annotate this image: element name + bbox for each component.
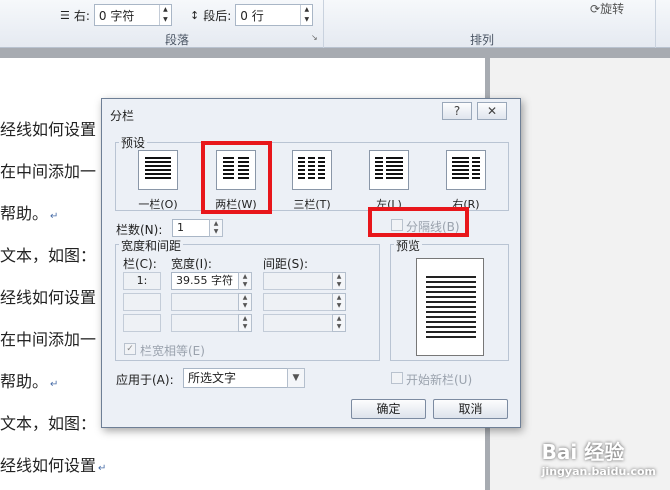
width-spacing-label: 宽度和间距 bbox=[119, 237, 184, 254]
presets-label: 预设 bbox=[119, 134, 148, 151]
num-columns-input[interactable]: 1 bbox=[172, 219, 210, 237]
paragraph-dialog-launcher-icon[interactable]: ↘ bbox=[311, 33, 318, 42]
space-after-input[interactable]: 0 行 ▲ ▼ bbox=[235, 4, 314, 26]
cancel-button[interactable]: 取消 bbox=[433, 399, 508, 419]
preview-label: 预览 bbox=[394, 237, 423, 254]
column-number-3 bbox=[123, 314, 161, 332]
column-width-input-2[interactable] bbox=[171, 293, 239, 311]
doc-line: 文本，如图： bbox=[0, 246, 97, 265]
space-after-value: 0 行 bbox=[240, 8, 264, 23]
paragraph-mark-icon: ↵ bbox=[98, 463, 107, 474]
highlight-two-columns bbox=[201, 141, 272, 214]
space-after-icon: ↕ bbox=[190, 8, 200, 22]
paragraph-mark-icon: ↵ bbox=[50, 379, 59, 390]
doc-line: 帮助。 ↵ bbox=[0, 204, 59, 223]
rotate-icon: ⟳ bbox=[590, 2, 601, 16]
column-width-spinner-3[interactable]: ▲ ▼ bbox=[238, 314, 252, 332]
equal-width-label: 栏宽相等(E) bbox=[140, 344, 205, 358]
highlight-separator bbox=[368, 207, 469, 237]
column-spacing-input-2[interactable] bbox=[263, 293, 333, 311]
doc-line: 在中间添加一 bbox=[0, 162, 97, 181]
apply-to-label: 应用于(A): bbox=[116, 373, 174, 387]
baidu-watermark: Bai 经验 jingyan.baidu.com bbox=[542, 436, 656, 478]
column-spacing-spinner-3[interactable]: ▲ ▼ bbox=[332, 314, 346, 332]
doc-line: 经线如何设置 bbox=[0, 120, 97, 139]
paragraph-mark-icon: ↵ bbox=[50, 211, 59, 222]
apply-to-dropdown-icon[interactable]: ▼ bbox=[287, 368, 305, 388]
column-spacing-spinner-2[interactable]: ▲ ▼ bbox=[332, 293, 346, 311]
doc-line: 文本，如图： bbox=[0, 414, 97, 433]
column-number-1: 1: bbox=[123, 272, 161, 290]
apply-to-select[interactable]: 所选文字 bbox=[183, 368, 288, 388]
indent-right-input[interactable]: 0 字符 ▲ ▼ bbox=[93, 4, 172, 26]
column-spacing-spinner-1[interactable]: ▲ ▼ bbox=[332, 272, 346, 290]
spacing-header: 间距(S): bbox=[263, 257, 309, 271]
column-number-2 bbox=[123, 293, 161, 311]
indent-right-spinner[interactable]: ▲ ▼ bbox=[158, 5, 171, 25]
close-button[interactable]: ✕ bbox=[477, 102, 507, 120]
dialog-title: 分栏 bbox=[110, 109, 135, 123]
preset-three-columns-label: 三栏(T) bbox=[293, 198, 331, 211]
doc-line: 经线如何设置 ↵ bbox=[0, 456, 107, 475]
watermark-url: jingyan.baidu.com bbox=[541, 465, 656, 478]
ribbon-separator-2 bbox=[655, 0, 656, 48]
rotate-button[interactable]: ⟳旋转 bbox=[590, 0, 624, 17]
watermark-brand: Bai 经验 bbox=[541, 440, 625, 464]
indent-right-label: 右: bbox=[73, 8, 90, 23]
column-width-input-1[interactable]: 39.55 字符 bbox=[171, 272, 239, 290]
preset-right[interactable] bbox=[446, 150, 486, 190]
equal-width-checkbox[interactable]: ✓ bbox=[124, 343, 136, 355]
column-width-spinner-1[interactable]: ▲ ▼ bbox=[238, 272, 252, 290]
group-arrange-label: 排列 bbox=[470, 33, 495, 47]
num-columns-spinner[interactable]: ▲ ▼ bbox=[209, 219, 223, 237]
ok-button[interactable]: 确定 bbox=[351, 399, 426, 419]
doc-line: 经线如何设置 bbox=[0, 288, 97, 307]
space-after-label: 段后: bbox=[203, 8, 232, 23]
preset-three-columns[interactable] bbox=[292, 150, 332, 190]
indent-right-icon: ☰ bbox=[60, 8, 70, 22]
preset-one-column-label: 一栏(O) bbox=[138, 198, 178, 211]
num-columns-label: 栏数(N): bbox=[116, 223, 163, 237]
preset-left[interactable] bbox=[369, 150, 409, 190]
help-button[interactable]: ? bbox=[442, 102, 472, 120]
preset-one-column[interactable] bbox=[138, 150, 178, 190]
space-after-spinner[interactable]: ▲ ▼ bbox=[300, 5, 312, 25]
column-width-input-3[interactable] bbox=[171, 314, 239, 332]
indent-right-row: ☰ 右: 0 字符 ▲ ▼ bbox=[60, 3, 172, 27]
group-paragraph-label: 段落 bbox=[165, 33, 190, 47]
indent-right-value: 0 字符 bbox=[98, 8, 135, 23]
start-new-column-checkbox[interactable] bbox=[391, 372, 403, 384]
column-spacing-input-1[interactable] bbox=[263, 272, 333, 290]
width-header: 宽度(I): bbox=[171, 257, 212, 271]
start-new-column-label: 开始新栏(U) bbox=[406, 373, 473, 387]
column-width-spinner-2[interactable]: ▲ ▼ bbox=[238, 293, 252, 311]
ribbon-separator bbox=[323, 0, 324, 48]
doc-line: 帮助。 ↵ bbox=[0, 372, 59, 391]
doc-line: 在中间添加一 bbox=[0, 330, 97, 349]
column-spacing-input-3[interactable] bbox=[263, 314, 333, 332]
ribbon: ☰ 右: 0 字符 ▲ ▼ ↕ 段后: 0 行 ▲ ▼ 段落 ↘ 排列 ⟳旋转 bbox=[0, 0, 670, 48]
rotate-label: 旋转 bbox=[600, 2, 625, 16]
preview-page bbox=[416, 258, 484, 356]
space-after-row: ↕ 段后: 0 行 ▲ ▼ bbox=[190, 3, 314, 27]
col-header: 栏(C): bbox=[123, 257, 157, 271]
